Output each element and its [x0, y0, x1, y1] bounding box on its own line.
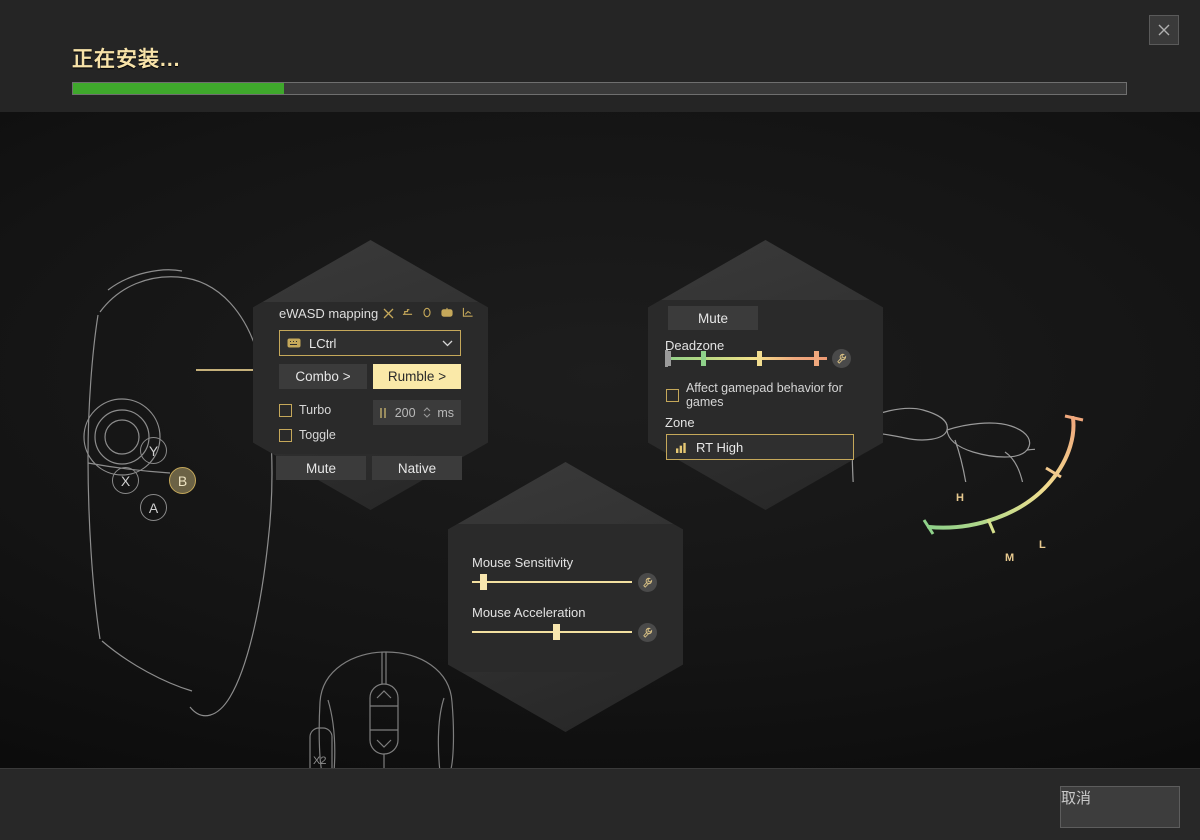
mouse-acceleration-label: Mouse Acceleration — [472, 605, 586, 620]
mouse-panel-content: Mouse Sensitivity Mouse Acceleration — [448, 462, 683, 732]
progress-bar — [72, 82, 1127, 95]
mouse-sensitivity-row — [472, 572, 658, 592]
acceleration-track — [472, 631, 632, 633]
chevron-down-icon — [442, 340, 453, 346]
spinner-icon[interactable] — [423, 406, 431, 419]
chart-icon[interactable] — [462, 307, 474, 318]
mute-button-left[interactable]: Mute — [276, 456, 366, 480]
deadzone-track — [665, 357, 827, 360]
trigger-panel-content: Mute Deadzone Affect gamepad behavior fo… — [648, 240, 883, 510]
gamepad-button-a[interactable]: A — [140, 494, 167, 521]
close-button[interactable] — [1149, 15, 1179, 45]
mouse-acceleration-row — [472, 622, 658, 642]
arc-label-h: H — [956, 492, 964, 504]
page-title: 正在安装... — [72, 48, 181, 71]
turbo-label: Turbo — [299, 403, 332, 417]
footer — [0, 768, 1200, 840]
interval-stepper[interactable]: 200 ms — [373, 400, 461, 425]
acceleration-knob[interactable] — [553, 624, 561, 640]
sensitivity-track — [472, 581, 632, 583]
zone-value: RT High — [696, 439, 744, 455]
binding-value: LCtrl — [309, 335, 337, 351]
turbo-checkbox[interactable] — [279, 403, 292, 417]
mouse-illustration: X2 — [298, 640, 473, 768]
deadzone-handle-0[interactable] — [666, 351, 671, 366]
keyboard-icon — [287, 338, 301, 348]
deadzone-wrench-icon[interactable] — [832, 349, 851, 368]
gamepad-button-y[interactable]: Y — [140, 437, 167, 464]
pause-icon — [380, 407, 386, 418]
toggle-label: Toggle — [299, 428, 336, 442]
zone-label: Zone — [665, 415, 695, 430]
sensitivity-wrench-icon[interactable] — [638, 572, 657, 592]
trigger-mute-button[interactable]: Mute — [668, 306, 758, 330]
arc-label-l: L — [1039, 539, 1046, 551]
bars-icon — [676, 442, 686, 453]
sensitivity-knob[interactable] — [479, 574, 487, 590]
affect-gamepad-checkbox[interactable] — [666, 388, 679, 402]
mouse-icon[interactable] — [441, 307, 453, 318]
deadzone-handle-3[interactable] — [814, 351, 819, 366]
progress-fill — [73, 83, 284, 94]
cancel-button[interactable]: 取消 — [1060, 786, 1180, 828]
illustration-stage: Y X B A X2 L M H eWASD mapping LCtrl Com… — [0, 112, 1200, 768]
affect-gamepad-label: Affect gamepad behavior for games — [685, 381, 843, 409]
mouse-acceleration-slider[interactable] — [472, 624, 632, 640]
gamepad-button-x[interactable]: X — [112, 467, 139, 494]
deadzone-handle-2[interactable] — [757, 351, 762, 366]
combo-button[interactable]: Combo > — [279, 364, 367, 389]
interval-value: 200 — [394, 405, 416, 420]
acceleration-wrench-icon[interactable] — [638, 622, 657, 642]
binding-select[interactable]: LCtrl — [279, 330, 461, 356]
deadzone-slider[interactable] — [665, 349, 827, 368]
close-icon[interactable] — [383, 308, 394, 319]
mouse-sensitivity-slider[interactable] — [472, 574, 632, 590]
deadzone-handle-1[interactable] — [701, 351, 706, 366]
gamepad-icon[interactable] — [402, 307, 413, 318]
rumble-button[interactable]: Rumble > — [373, 364, 461, 389]
zone-select[interactable]: RT High — [666, 434, 854, 460]
mapping-panel-header: eWASD mapping — [279, 306, 394, 321]
mapping-panel-title: eWASD mapping — [279, 306, 379, 321]
trigger-arc-gauge — [915, 407, 1095, 537]
toggle-checkbox-row[interactable]: Toggle — [279, 428, 336, 442]
mouse-sensitivity-label: Mouse Sensitivity — [472, 555, 574, 570]
header: 正在安装... — [0, 0, 1200, 112]
arc-label-m: M — [1005, 552, 1015, 564]
affect-gamepad-checkbox-row[interactable]: Affect gamepad behavior for games — [666, 381, 883, 409]
installer-window: 正在安装... Y X B A X2 L M H eWASD mapping L… — [0, 0, 1200, 840]
deadzone-slider-row — [665, 349, 852, 368]
toggle-checkbox[interactable] — [279, 428, 292, 442]
interval-unit: ms — [437, 405, 454, 420]
mouse-x2-label: X2 — [313, 755, 326, 767]
mapping-panel-header-icons — [402, 307, 474, 318]
clock-icon[interactable] — [422, 307, 432, 318]
close-icon — [1158, 24, 1170, 36]
turbo-checkbox-row[interactable]: Turbo — [279, 403, 331, 417]
gamepad-button-b[interactable]: B — [169, 467, 196, 494]
